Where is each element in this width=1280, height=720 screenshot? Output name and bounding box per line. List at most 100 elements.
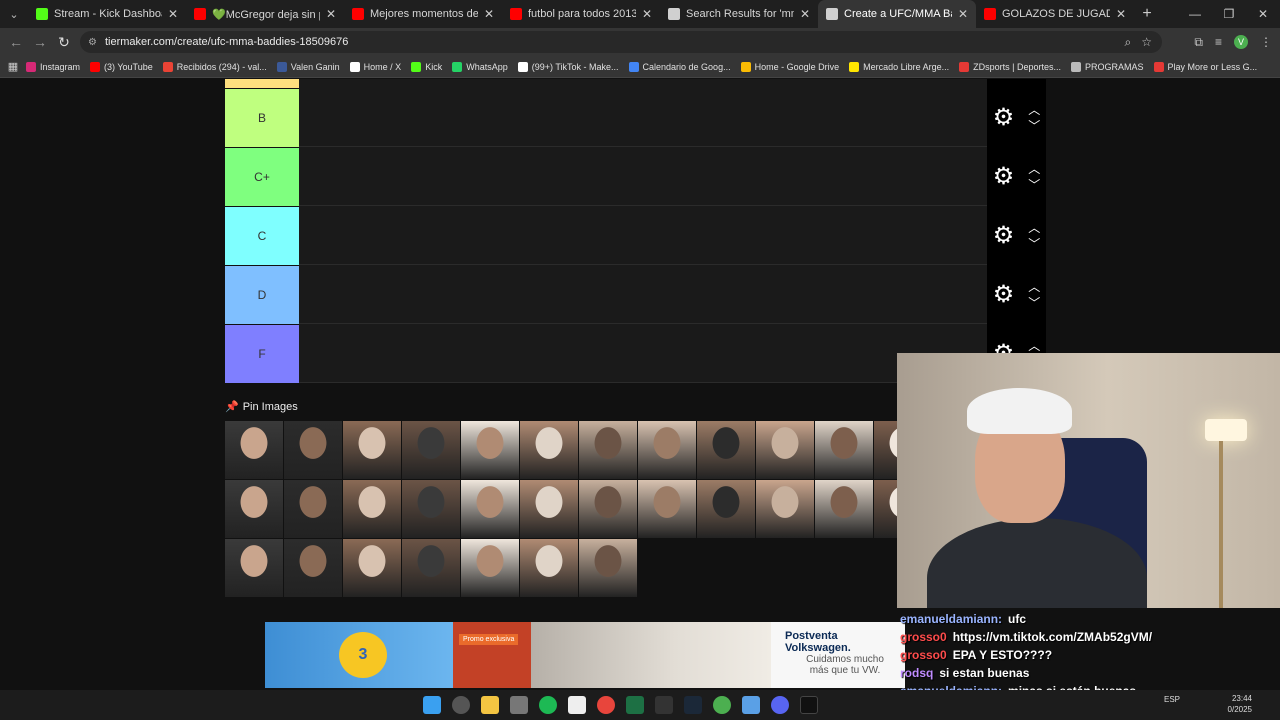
- fighter-image[interactable]: [579, 539, 637, 597]
- tab-close-icon[interactable]: ✕: [642, 7, 652, 21]
- browser-tab[interactable]: GOLAZOS DE JUGADA COLECT ✕: [976, 0, 1134, 28]
- fighter-image[interactable]: [520, 539, 578, 597]
- notepad-icon[interactable]: [741, 696, 760, 714]
- bookmark-item[interactable]: PROGRAMAS: [1071, 61, 1144, 72]
- apps-grid-icon[interactable]: ▦: [0, 60, 26, 73]
- tab-search-icon[interactable]: ⌄: [0, 0, 28, 28]
- chrome-icon[interactable]: [596, 696, 615, 714]
- tier-label[interactable]: C: [225, 206, 299, 265]
- fighter-image[interactable]: [225, 421, 283, 479]
- capcut-icon[interactable]: [567, 696, 586, 714]
- fighter-image[interactable]: [638, 421, 696, 479]
- language-indicator[interactable]: ESP: [1164, 694, 1180, 705]
- tier-drop-zone[interactable]: [299, 88, 987, 147]
- browser-tab[interactable]: 💚McGregor deja sin palabras ✕: [186, 0, 344, 28]
- fighter-image[interactable]: [343, 421, 401, 479]
- fighter-image[interactable]: [697, 421, 755, 479]
- new-tab-button[interactable]: +: [1134, 5, 1160, 23]
- tier-drop-zone[interactable]: [299, 324, 987, 383]
- tab-close-icon[interactable]: ✕: [1116, 7, 1126, 21]
- task-view-icon[interactable]: [451, 696, 470, 714]
- fighter-image[interactable]: [697, 480, 755, 538]
- fighter-image[interactable]: [284, 480, 342, 538]
- fighter-image[interactable]: [284, 539, 342, 597]
- bookmark-item[interactable]: Play More or Less G...: [1153, 61, 1257, 72]
- tiktok-icon[interactable]: [799, 696, 818, 714]
- bookmark-item[interactable]: ZDsports | Deportes...: [959, 61, 1061, 72]
- avatar[interactable]: V: [1234, 35, 1248, 49]
- move-tier-up-icon[interactable]: ︿: [1028, 340, 1040, 352]
- file-explorer-icon[interactable]: [480, 696, 499, 714]
- tab-close-icon[interactable]: ✕: [168, 7, 178, 21]
- bookmark-item[interactable]: Kick: [411, 61, 442, 72]
- excel-icon[interactable]: [625, 696, 644, 714]
- move-tier-down-icon[interactable]: ﹀: [1028, 120, 1040, 132]
- bookmark-item[interactable]: Instagram: [26, 61, 80, 72]
- ad-banner[interactable]: 3 Promo exclusiva Postventa Volkswagen. …: [265, 622, 905, 688]
- fighter-image[interactable]: [343, 539, 401, 597]
- extensions-icon[interactable]: ⧉: [1194, 35, 1203, 50]
- bookmark-item[interactable]: Home / X: [349, 61, 401, 72]
- bookmark-item[interactable]: (99+) TikTok - Make...: [517, 61, 619, 72]
- fighter-image[interactable]: [402, 480, 460, 538]
- tier-label[interactable]: C+: [225, 147, 299, 206]
- browser-tab[interactable]: futbol para todos 2013 - YouTu ✕: [502, 0, 660, 28]
- address-bar[interactable]: ⚙ tiermaker.com/create/ufc-mma-baddies-1…: [80, 31, 1162, 53]
- chrome-active-icon[interactable]: [712, 696, 731, 714]
- bookmark-item[interactable]: Calendario de Goog...: [628, 61, 731, 72]
- tier-settings-gear-icon[interactable]: ⚙: [993, 162, 1015, 191]
- move-tier-up-icon[interactable]: ︿: [1028, 222, 1040, 234]
- bookmark-item[interactable]: Recibidos (294) - val...: [162, 61, 267, 72]
- fighter-image[interactable]: [225, 539, 283, 597]
- tier-label[interactable]: F: [225, 324, 299, 383]
- forward-icon[interactable]: →: [28, 34, 52, 50]
- tier-drop-zone[interactable]: [299, 206, 987, 265]
- restore-icon[interactable]: ❐: [1212, 0, 1246, 28]
- fighter-image[interactable]: [461, 539, 519, 597]
- zoom-icon[interactable]: ⌕: [1125, 35, 1132, 50]
- fighter-image[interactable]: [520, 480, 578, 538]
- bookmark-item[interactable]: Home - Google Drive: [740, 61, 839, 72]
- tab-close-icon[interactable]: ✕: [800, 7, 810, 21]
- fighter-image[interactable]: [225, 480, 283, 538]
- store-icon[interactable]: [509, 696, 528, 714]
- clock[interactable]: 23:44 0/2025: [1228, 693, 1252, 715]
- media-icon[interactable]: ≡: [1215, 35, 1222, 49]
- move-tier-up-icon[interactable]: ︿: [1028, 104, 1040, 116]
- menu-icon[interactable]: ⋮: [1260, 35, 1272, 49]
- tier-settings-gear-icon[interactable]: ⚙: [993, 280, 1015, 309]
- browser-tab[interactable]: Mejores momentos de Conor M ✕: [344, 0, 502, 28]
- tier-drop-zone[interactable]: [299, 265, 987, 324]
- fighter-image[interactable]: [461, 480, 519, 538]
- fighter-image[interactable]: [343, 480, 401, 538]
- fighter-image[interactable]: [579, 421, 637, 479]
- browser-tab[interactable]: Stream - Kick Dashboard ✕: [28, 0, 186, 28]
- tab-close-icon[interactable]: ✕: [326, 7, 336, 21]
- fighter-image[interactable]: [815, 421, 873, 479]
- fighter-image[interactable]: [815, 480, 873, 538]
- tier-label[interactable]: B: [225, 88, 299, 147]
- browser-tab[interactable]: Create a UFC/MMA Baddies Tie ✕: [818, 0, 976, 28]
- tab-close-icon[interactable]: ✕: [958, 7, 968, 21]
- bookmark-item[interactable]: (3) YouTube: [90, 61, 153, 72]
- fighter-image[interactable]: [284, 421, 342, 479]
- bookmark-item[interactable]: Mercado Libre Arge...: [849, 61, 949, 72]
- move-tier-up-icon[interactable]: ︿: [1028, 281, 1040, 293]
- fighter-image[interactable]: [520, 421, 578, 479]
- move-tier-down-icon[interactable]: ﹀: [1028, 238, 1040, 250]
- spotify-icon[interactable]: [538, 696, 557, 714]
- fighter-image[interactable]: [402, 539, 460, 597]
- browser-tab[interactable]: Search Results for 'mma' - Tier ✕: [660, 0, 818, 28]
- steam-icon[interactable]: [683, 696, 702, 714]
- pin-images-toggle[interactable]: 📌 Pin Images: [225, 400, 298, 414]
- site-info-icon[interactable]: ⚙: [88, 37, 97, 48]
- fighter-image[interactable]: [461, 421, 519, 479]
- tier-drop-zone[interactable]: [299, 147, 987, 206]
- tab-close-icon[interactable]: ✕: [484, 7, 494, 21]
- fighter-image[interactable]: [579, 480, 637, 538]
- reload-icon[interactable]: ↻: [52, 34, 76, 51]
- bookmark-item[interactable]: WhatsApp: [452, 61, 508, 72]
- windows-start-icon[interactable]: [422, 696, 441, 714]
- fighter-image[interactable]: [756, 480, 814, 538]
- bookmark-item[interactable]: Valen Ganin: [276, 61, 340, 72]
